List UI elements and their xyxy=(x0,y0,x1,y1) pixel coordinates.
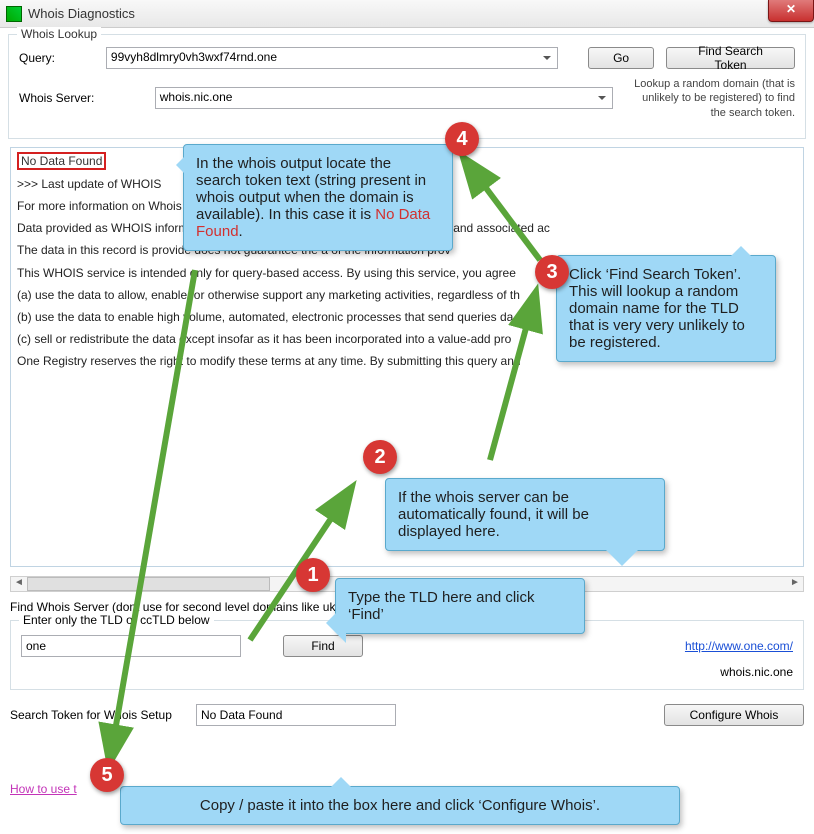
search-token-input[interactable] xyxy=(196,704,396,726)
query-label: Query: xyxy=(19,51,100,65)
output-line: (c) sell or redistribute the data except… xyxy=(17,331,797,347)
server-value: whois.nic.one xyxy=(160,90,233,104)
output-line: One Registry reserves the right to modif… xyxy=(17,353,797,369)
server-combo[interactable]: whois.nic.one xyxy=(155,87,614,109)
configure-whois-button[interactable]: Configure Whois xyxy=(664,704,804,726)
scroll-track[interactable] xyxy=(27,577,787,591)
output-hscrollbar[interactable]: ◄ ► xyxy=(10,576,804,592)
scroll-left-icon[interactable]: ◄ xyxy=(11,577,27,591)
callout-5: Copy / paste it into the box here and cl… xyxy=(120,786,680,825)
tld-legend: Enter only the TLD or ccTLD below xyxy=(19,613,214,627)
output-line: The data in this record is provide does … xyxy=(17,242,797,258)
find-server-heading: Find Whois Server (dont use for second l… xyxy=(10,600,804,614)
badge-5: 5 xyxy=(90,758,124,792)
output-line: (a) use the data to allow, enable, or ot… xyxy=(17,287,797,303)
whois-output: No Data Found >>> Last update of WHOIS F… xyxy=(10,147,804,567)
find-search-token-button[interactable]: Find Search Token xyxy=(666,47,795,69)
output-highlight: No Data Found xyxy=(17,152,106,170)
tld-group: Enter only the TLD or ccTLD below Find h… xyxy=(10,620,804,690)
how-to-use-link[interactable]: How to use t xyxy=(10,782,77,796)
output-line: >>> Last update of WHOIS xyxy=(17,176,797,192)
output-line: This WHOIS service is intended only for … xyxy=(17,265,797,281)
go-button[interactable]: Go xyxy=(588,47,654,69)
window-title: Whois Diagnostics xyxy=(28,6,135,21)
query-value: 99vyh8dlmry0vh3wxf74rnd.one xyxy=(111,50,277,64)
lookup-hint: Lookup a random domain (that is unlikely… xyxy=(625,77,795,120)
registry-link[interactable]: http://www.one.com/ xyxy=(685,639,793,653)
server-label: Whois Server: xyxy=(19,91,109,105)
output-line: (b) use the data to enable high volume, … xyxy=(17,309,797,325)
app-icon xyxy=(6,6,22,22)
tld-input[interactable] xyxy=(21,635,241,657)
output-line: For more information on Whois s xyxy=(17,198,797,214)
find-whois-server-section: Find Whois Server (dont use for second l… xyxy=(10,600,804,734)
find-button[interactable]: Find xyxy=(283,635,363,657)
scroll-right-icon[interactable]: ► xyxy=(787,577,803,591)
query-combo[interactable]: 99vyh8dlmry0vh3wxf74rnd.one xyxy=(106,47,558,69)
titlebar: Whois Diagnostics ✕ xyxy=(0,0,814,28)
server-echo: whois.nic.one xyxy=(21,665,793,679)
scroll-thumb[interactable] xyxy=(27,577,270,591)
output-line: Data provided as WHOIS information ontac… xyxy=(17,220,797,236)
whois-lookup-legend: Whois Lookup xyxy=(17,27,101,41)
close-button[interactable]: ✕ xyxy=(768,0,814,22)
whois-lookup-group: Whois Lookup Query: 99vyh8dlmry0vh3wxf74… xyxy=(8,34,806,139)
search-token-label: Search Token for Whois Setup xyxy=(10,708,190,722)
